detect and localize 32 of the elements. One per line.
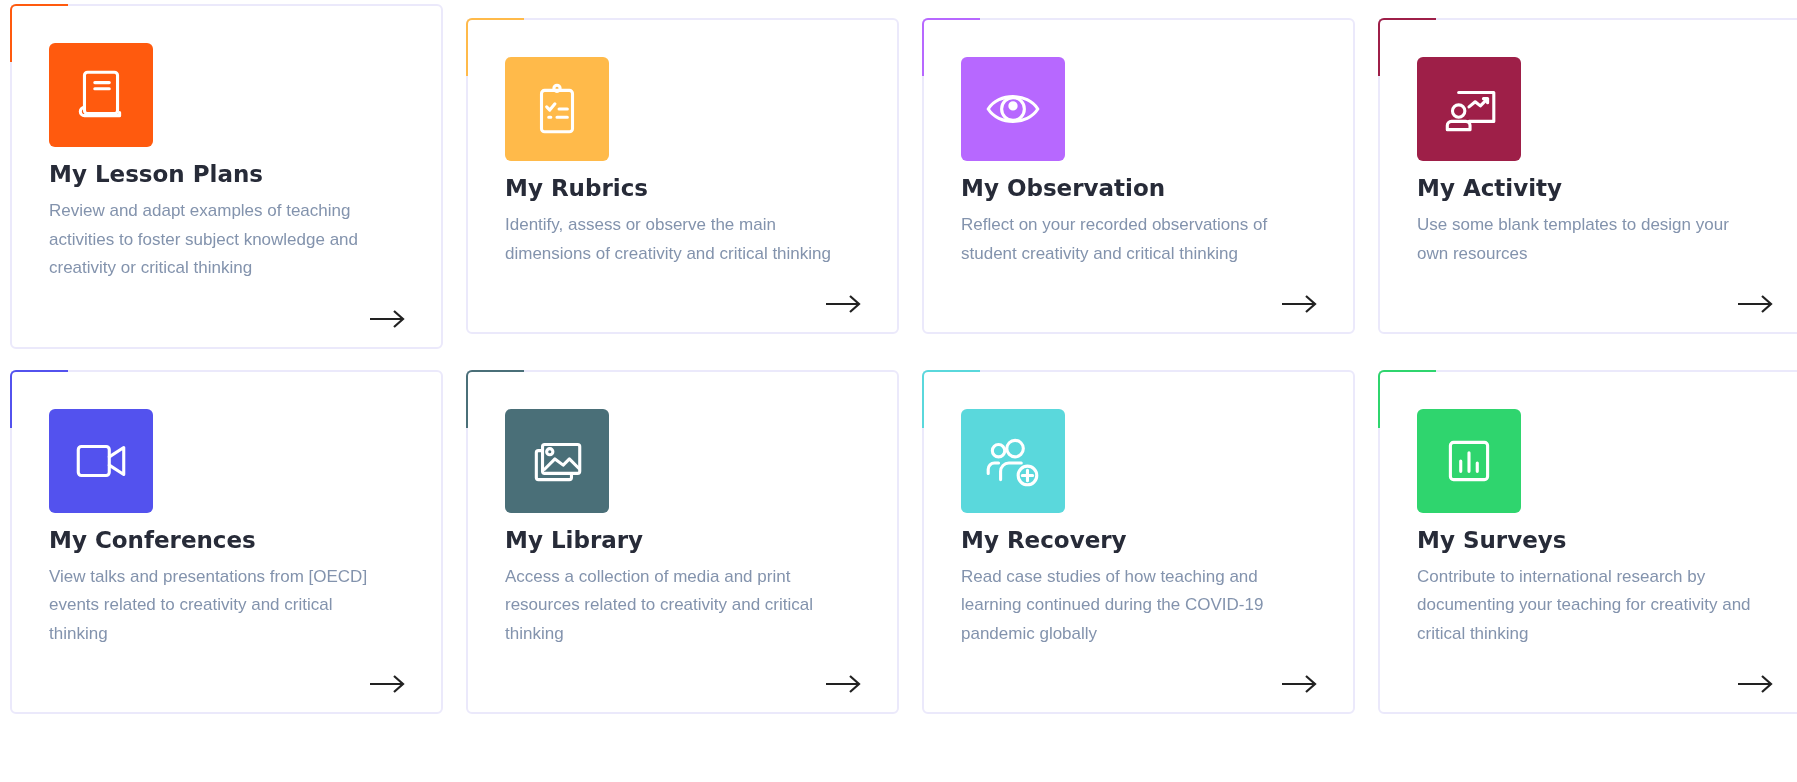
tile-card[interactable]: My Recovery Read case studies of how teaching and learning continued during the COVID-19 pandemic globally bbox=[922, 369, 1355, 714]
arrow-icon bbox=[825, 674, 861, 694]
card-description: Use some blank templates to design your own resources bbox=[1417, 214, 1730, 265]
card-description: Access a collection of media and print resources related to creativity and critical thinking bbox=[505, 565, 815, 645]
card-title: My Recovery bbox=[961, 526, 1127, 553]
arrow-icon bbox=[369, 674, 405, 694]
arrow-icon bbox=[1737, 674, 1773, 694]
card-title: My Rubrics bbox=[505, 175, 648, 202]
arrow-icon bbox=[825, 294, 861, 315]
card-title: My Observation bbox=[961, 175, 1166, 202]
arrow-icon bbox=[1281, 294, 1317, 315]
card-title: My Surveys bbox=[1417, 526, 1567, 553]
tile-card[interactable]: My Surveys Contribute to international research by documenting your teaching for creativity and critical thinking bbox=[1378, 369, 1797, 714]
tile-card[interactable]: My Rubrics Identify, assess or observe the main dimensions of creativity and critical thinking bbox=[466, 18, 899, 335]
tile-card[interactable]: My Observation Reflect on your recorded observations of student creativity and critical thinking bbox=[922, 18, 1355, 335]
card-description: Contribute to international research by documenting your teaching for creativity and critical thinking bbox=[1417, 565, 1752, 645]
arrow-icon bbox=[369, 308, 405, 329]
card-title: My Activity bbox=[1417, 175, 1563, 202]
card-description: Identify, assess or observe the main dimensions of creativity and critical thinking bbox=[505, 214, 832, 265]
arrow-icon bbox=[1737, 294, 1773, 315]
card-title: My Lesson Plans bbox=[49, 161, 264, 187]
card-description: Reflect on your recorded observations of student creativity and critical thinking bbox=[961, 214, 1269, 265]
card-description: Review and adapt examples of teaching activities to foster subject knowledge and creativity or critical thinking bbox=[49, 200, 359, 279]
card-description: Read case studies of how teaching and learning continued during the COVID-19 pandemic globally bbox=[961, 565, 1265, 645]
card-title: My Conferences bbox=[49, 526, 256, 553]
tile-card[interactable]: My Lesson Plans Review and adapt examples of teaching activities to foster subject knowledge and creativity or critical thinking bbox=[10, 4, 443, 349]
tile-card[interactable]: My Conferences View talks and presentations from [OECD] events related to creativity and critical thinking bbox=[10, 369, 443, 714]
tile-card[interactable]: My Activity Use some blank templates to design your own resources bbox=[1378, 18, 1797, 335]
card-title: My Library bbox=[505, 526, 644, 553]
tile-card[interactable]: My Library Access a collection of media and print resources related to creativity and critical thinking bbox=[466, 369, 899, 714]
arrow-icon bbox=[1281, 674, 1317, 694]
card-description: View talks and presentations from [OECD] events related to creativity and critical thinking bbox=[49, 565, 369, 645]
